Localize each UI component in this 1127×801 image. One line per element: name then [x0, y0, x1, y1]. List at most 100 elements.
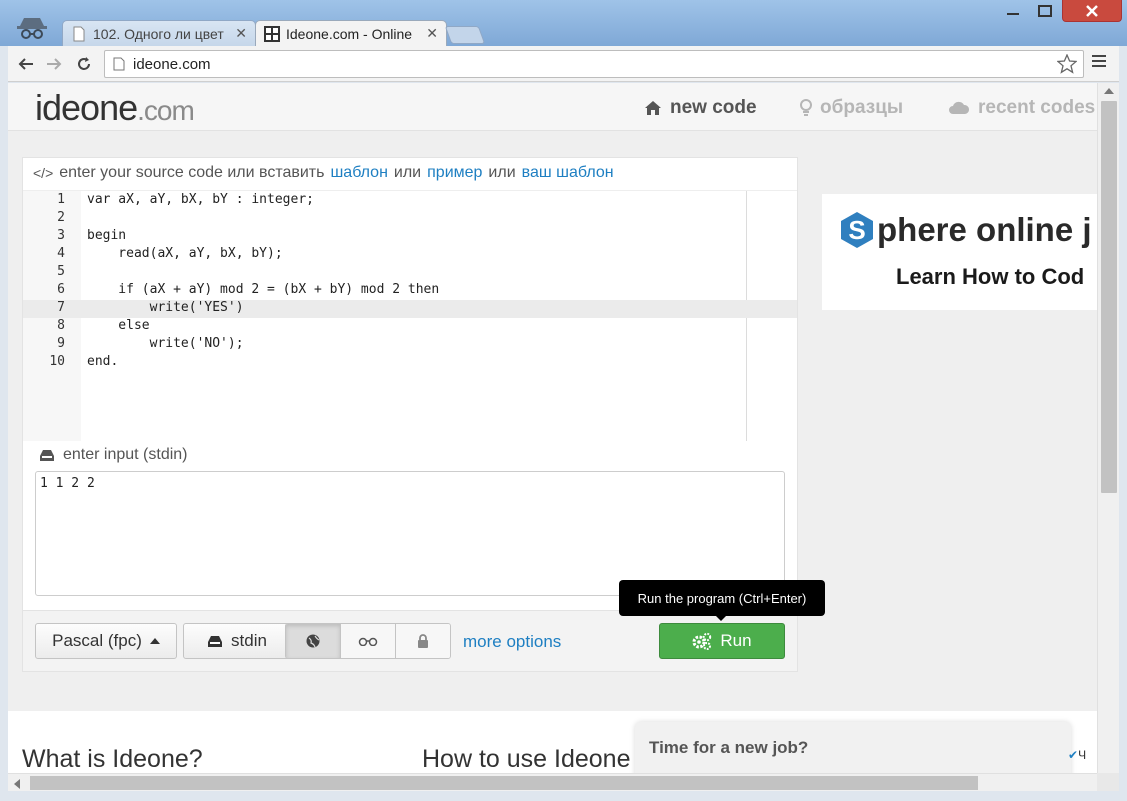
new-tab-button[interactable] [444, 26, 486, 44]
line-number: 4 [57, 246, 65, 261]
maximize-button[interactable] [1030, 0, 1060, 22]
editor-footer: Pascal (fpc) stdin more options Run [23, 610, 797, 671]
ad-brand: S phere online j [840, 211, 1092, 249]
line-number: 6 [57, 282, 65, 297]
template-link[interactable]: шаблон [330, 164, 387, 182]
code-line[interactable]: 7 write('YES') [23, 300, 797, 318]
code-line[interactable]: 2 [23, 210, 797, 228]
bookmark-star-icon[interactable] [1057, 54, 1077, 74]
line-text: write('YES') [87, 300, 244, 315]
inbox-icon [40, 450, 54, 461]
job-popup[interactable]: Time for a new job? [635, 722, 1071, 773]
check-icon: ✔ [1068, 748, 1079, 762]
lock-icon [418, 634, 428, 648]
vertical-scroll-thumb[interactable] [1101, 101, 1117, 493]
stdin-heading-text: enter input (stdin) [63, 446, 188, 463]
arrow-right-icon [47, 58, 62, 70]
logo-suffix: .com [137, 95, 195, 126]
run-tooltip: Run the program (Ctrl+Enter) [619, 580, 825, 616]
site-header: ideone.com new code образцы recent codes [8, 83, 1097, 131]
nav-new-code-label: new code [670, 97, 757, 118]
cloud-icon [949, 101, 970, 114]
language-switch-label: Ч [1078, 748, 1087, 762]
nav-samples-label: образцы [820, 97, 904, 118]
browser-toolbar: ideone.com [8, 46, 1119, 82]
reload-button[interactable] [72, 52, 96, 76]
stdin-heading: enter input (stdin) [39, 446, 188, 464]
arrow-left-icon [18, 58, 33, 70]
close-tab-icon[interactable]: ✕ [426, 25, 438, 42]
ad-tagline: Learn How to Cod [896, 264, 1085, 289]
close-tab-icon[interactable]: ✕ [235, 25, 247, 42]
scroll-left-icon[interactable] [14, 779, 20, 789]
code-line[interactable]: 8 else [23, 318, 797, 336]
minimize-button[interactable] [998, 0, 1028, 22]
globe-icon [306, 634, 320, 648]
visibility-toggle [285, 623, 451, 659]
document-icon [73, 26, 85, 41]
forward-button[interactable] [42, 52, 66, 76]
code-line[interactable]: 9 write('NO'); [23, 336, 797, 354]
nav-recent-codes[interactable]: recent codes [948, 97, 1095, 119]
line-number: 7 [57, 300, 65, 315]
line-text: else [87, 318, 150, 333]
sphere-online-ad[interactable]: S phere online j Learn How to Cod [822, 194, 1097, 310]
line-text: read(aX, aY, bX, bY); [87, 246, 283, 261]
address-bar[interactable]: ideone.com [104, 50, 1084, 78]
visibility-private-button[interactable] [396, 624, 450, 658]
more-options-link[interactable]: more options [463, 632, 561, 652]
scroll-up-icon[interactable] [1104, 88, 1114, 94]
stdin-button-label: stdin [231, 631, 267, 650]
window-close-button[interactable] [1062, 0, 1122, 22]
code-line[interactable]: 10 end. [23, 354, 797, 372]
stdin-textarea[interactable]: 1 1 2 2 [35, 471, 785, 596]
visibility-unlisted-button[interactable] [341, 624, 396, 658]
how-to-use-heading: How to use Ideone [422, 745, 631, 773]
code-icon: </> [33, 165, 54, 181]
line-number: 9 [57, 336, 65, 351]
logo-main: ideone [35, 87, 138, 128]
code-line[interactable]: 1 var aX, aY, bX, bY : integer; [23, 192, 797, 210]
or-text-1: или [393, 164, 422, 181]
line-number: 8 [57, 318, 65, 333]
line-number: 3 [57, 228, 65, 243]
home-icon [645, 101, 661, 115]
code-line[interactable]: 3 begin [23, 228, 797, 246]
tab-1[interactable]: 102. Одного ли цвет ✕ [62, 20, 256, 46]
gears-icon [692, 632, 712, 650]
line-text: write('NO'); [87, 336, 244, 351]
back-button[interactable] [14, 52, 38, 76]
language-label: Pascal (fpc) [52, 631, 142, 650]
visibility-public-button[interactable] [286, 624, 341, 658]
horizontal-scroll-thumb[interactable] [30, 776, 978, 790]
caret-up-icon [149, 638, 160, 644]
code-line[interactable]: 5 [23, 264, 797, 282]
run-button[interactable]: Run [659, 623, 785, 659]
language-switch[interactable]: ✔Ч [1068, 748, 1086, 762]
menu-icon[interactable] [1092, 54, 1106, 68]
sphere-logo-icon: S [841, 212, 873, 248]
nav-samples[interactable]: образцы [800, 97, 903, 119]
horizontal-scrollbar[interactable] [8, 773, 1097, 791]
nav-recent-codes-label: recent codes [978, 97, 1096, 118]
source-heading: </> enter your source code или вставить … [33, 164, 614, 182]
vertical-scrollbar[interactable] [1097, 83, 1119, 773]
minimize-icon [1007, 13, 1019, 15]
browser-titlebar: 102. Одного ли цвет ✕ Ideone.com - Onlin… [0, 0, 1127, 46]
code-editor[interactable]: 1 var aX, aY, bX, bY : integer; 2 3 begin 4 r… [23, 190, 797, 441]
example-link[interactable]: пример [427, 164, 482, 182]
glasses-icon [358, 637, 378, 646]
line-number: 10 [49, 354, 65, 369]
ad-brand-text: phere online j [877, 211, 1092, 248]
your-template-link[interactable]: ваш шаблон [522, 164, 614, 182]
code-line[interactable]: 6 if (aX + aY) mod 2 = (bX + bY) mod 2 t… [23, 282, 797, 300]
tab-2[interactable]: Ideone.com - Online ✕ [255, 20, 447, 46]
line-number: 5 [57, 264, 65, 279]
code-line[interactable]: 4 read(aX, aY, bX, bY); [23, 246, 797, 264]
tab-title: 102. Одного ли цвет [93, 25, 224, 42]
ideone-logo[interactable]: ideone.com [35, 87, 195, 129]
language-select-button[interactable]: Pascal (fpc) [35, 623, 177, 659]
nav-new-code[interactable]: new code [644, 97, 757, 119]
svg-text:S: S [848, 215, 865, 245]
stdin-toggle-button[interactable]: stdin [183, 623, 291, 659]
